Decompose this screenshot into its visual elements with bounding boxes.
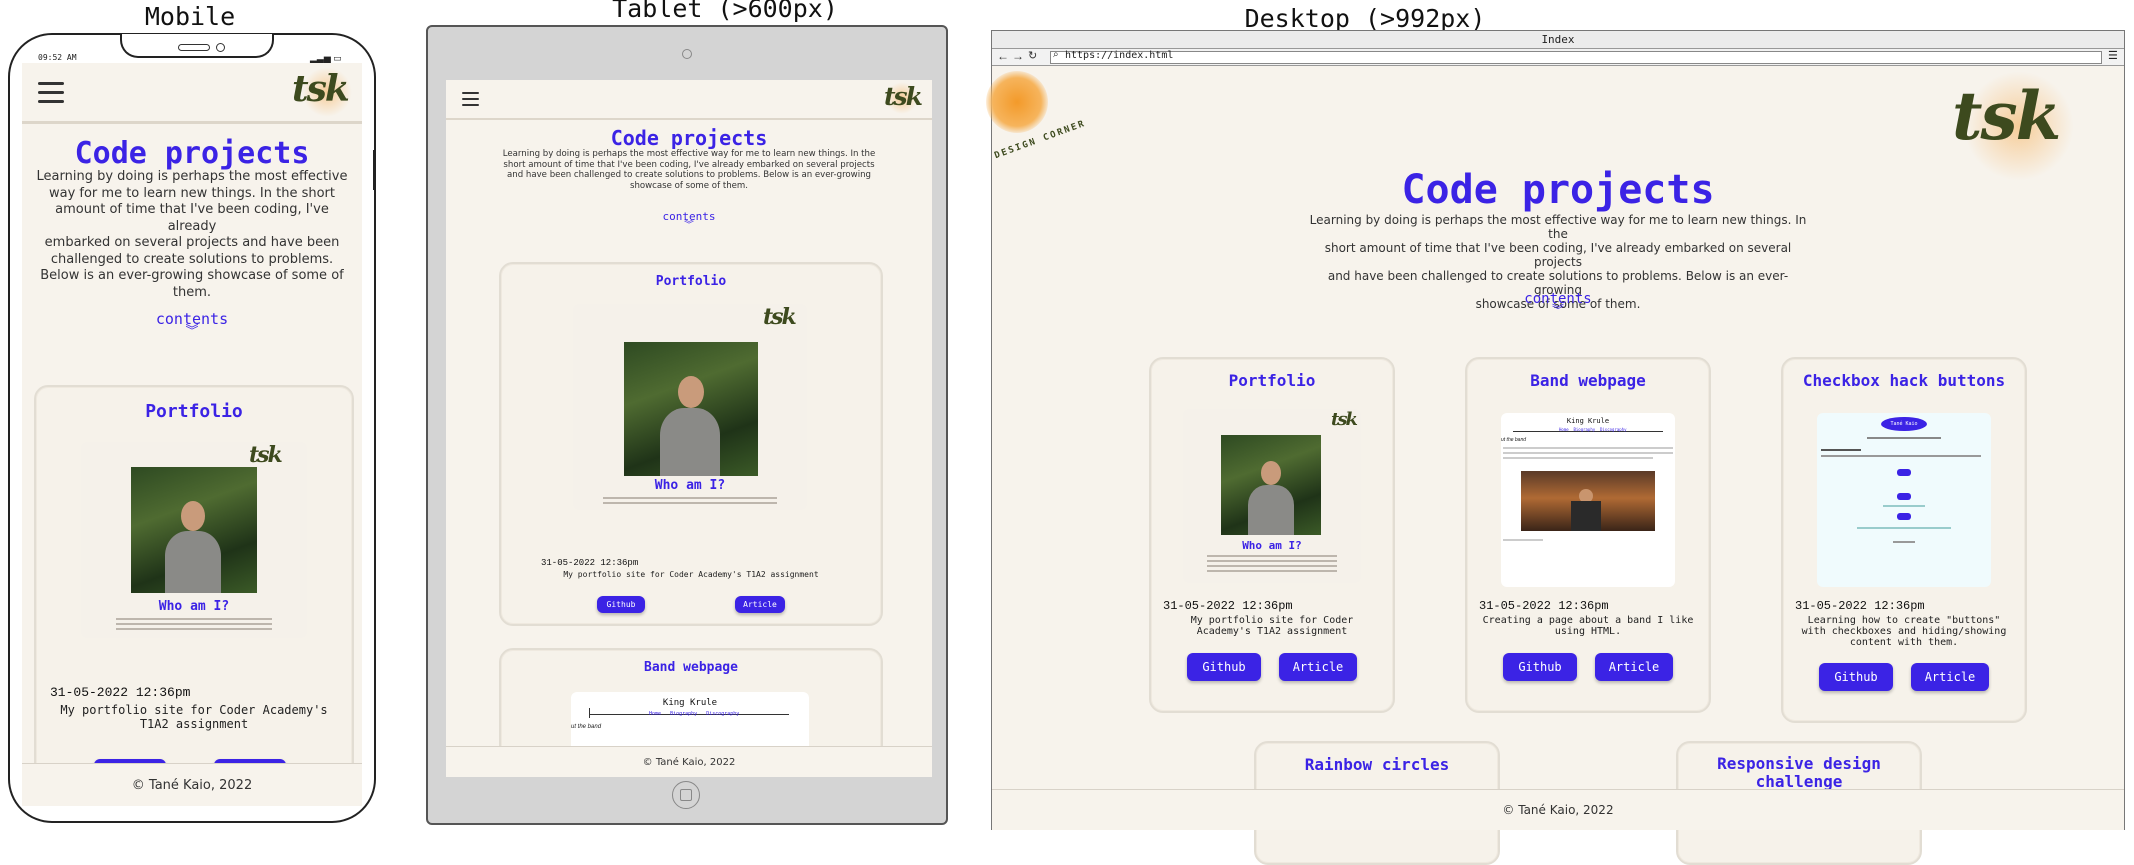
preview-photo (624, 342, 758, 476)
browser-toolbar: ← → ↻ ⌕ https://index.html ☰ (992, 49, 2124, 66)
project-date: 31-05-2022 12:36pm (50, 685, 191, 700)
preview-heading: Tané Kaio (1881, 417, 1927, 431)
search-icon: ⌕ (1053, 49, 1059, 60)
chevron-down-icon[interactable]: ︾ (992, 304, 2124, 315)
project-card-portfolio: Portfolio tsk Who am I? 31-05-2022 12:36… (499, 262, 883, 626)
project-title: Rainbow circles (1304, 755, 1450, 774)
project-card-portfolio: Portfolio tsk Who am I? 31-05-2022 12:36… (34, 385, 354, 806)
project-card-band: Band webpage King Krule Home Biography D… (1465, 357, 1711, 713)
project-preview: tsk Who am I? (81, 442, 307, 638)
project-title: Responsive design challenge (1717, 754, 1881, 791)
page-footer: © Tané Kaio, 2022 (446, 746, 932, 777)
github-button[interactable]: Github (1503, 653, 1577, 681)
browser-menu-icon[interactable]: ☰ (2108, 49, 2118, 62)
project-title: Portfolio (1228, 371, 1316, 390)
logo[interactable]: tsk (884, 82, 923, 111)
preview-logo: tsk (249, 442, 283, 468)
project-date: 31-05-2022 12:36pm (1795, 599, 1925, 613)
project-date: 31-05-2022 12:36pm (1163, 599, 1293, 613)
page-intro: Learning by doing is perhaps the most ef… (502, 149, 876, 191)
forward-icon[interactable]: → (1012, 49, 1024, 63)
project-title: Band webpage (644, 660, 738, 675)
sun-badge-icon[interactable] (986, 71, 1048, 133)
preview-heading: King Krule (662, 698, 718, 708)
browser-window: Index ← → ↻ ⌕ https://index.html ☰ DESIG… (986, 30, 2125, 865)
preview-photo (1221, 435, 1321, 535)
tablet-screen: tsk Code projects Learning by doing is p… (446, 80, 932, 777)
menu-icon[interactable] (38, 82, 64, 103)
preview-logo: tsk (1331, 409, 1358, 430)
url-text: https://index.html (1065, 50, 1174, 61)
project-description: My portfolio site for Coder Academy's T1… (563, 570, 819, 579)
preview-heading: King Krule (1566, 417, 1610, 425)
article-button[interactable]: Article (1595, 653, 1673, 681)
project-preview: tsk Who am I? (573, 304, 807, 510)
preview-band-photo (1521, 471, 1655, 531)
project-date: 31-05-2022 12:36pm (541, 558, 639, 568)
project-description: Creating a page about a band I like usin… (1482, 615, 1694, 637)
logo[interactable]: tsk (1952, 77, 2061, 155)
menu-icon[interactable] (462, 92, 479, 106)
page-intro: Learning by doing is perhaps the most ef… (36, 169, 348, 300)
reload-icon[interactable]: ↻ (1028, 49, 1037, 62)
project-preview: Tané Kaio (1817, 413, 1991, 587)
preview-photo (131, 467, 257, 593)
preview-heading: Who am I? (1242, 539, 1302, 552)
chevron-down-icon[interactable]: ︾ (446, 221, 932, 230)
project-date: 31-05-2022 12:36pm (1479, 599, 1609, 613)
preview-logo: tsk (763, 304, 797, 330)
mobile-screen: tsk Code projects Learning by doing is p… (22, 63, 362, 806)
article-button[interactable]: Article (1279, 653, 1357, 681)
page-footer: © Tané Kaio, 2022 (992, 789, 2124, 830)
address-bar[interactable]: ⌕ https://index.html (1050, 49, 2102, 64)
back-icon[interactable]: ← (997, 49, 1009, 63)
project-title: Checkbox hack buttons (1802, 371, 2006, 390)
project-title: Portfolio (145, 401, 243, 422)
desktop-label: Desktop (>992px) (1244, 4, 1486, 33)
article-button[interactable]: Article (735, 596, 785, 613)
project-card-checkbox: Checkbox hack buttons Tané Kaio 31-05-20… (1781, 357, 2027, 723)
window-titlebar: Index (992, 31, 2124, 49)
project-description: Learning how to create "buttons" with ch… (1801, 615, 2007, 648)
project-description: My portfolio site for Coder Academy's T1… (1190, 615, 1354, 637)
project-description: My portfolio site for Coder Academy's T1… (60, 703, 328, 731)
tablet-label: Tablet (>600px) (612, 0, 838, 23)
page-title: Code projects (610, 126, 768, 150)
header-divider (22, 121, 362, 124)
project-preview: tsk Who am I? (1183, 409, 1361, 583)
mobile-speaker (178, 44, 210, 51)
github-button[interactable]: Github (1187, 653, 1261, 681)
page-footer: © Tané Kaio, 2022 (22, 763, 362, 806)
tablet-home-button[interactable] (672, 781, 700, 809)
chevron-down-icon[interactable]: ︾ (22, 324, 362, 337)
tablet-camera (682, 49, 692, 59)
page-title: Code projects (74, 136, 310, 171)
project-title: Band webpage (1530, 371, 1646, 390)
project-preview: King Krule Home Biography Discography ut… (1501, 413, 1675, 587)
mobile-label: Mobile (144, 2, 236, 31)
article-button[interactable]: Article (1911, 663, 1989, 691)
mobile-status-time: 09:52 AM (38, 53, 77, 62)
preview-heading: Who am I? (158, 599, 230, 614)
mobile-side-button (373, 150, 376, 190)
project-card-portfolio: Portfolio tsk Who am I? 31-05-2022 12:36… (1149, 357, 1395, 713)
mobile-camera (216, 43, 225, 52)
project-title: Portfolio (655, 274, 727, 289)
github-button[interactable]: Github (597, 596, 645, 613)
page-title: Code projects (1401, 167, 1715, 213)
header-divider (446, 118, 932, 120)
logo[interactable]: tsk (292, 68, 350, 110)
preview-heading: Who am I? (654, 478, 726, 493)
github-button[interactable]: Github (1819, 663, 1893, 691)
